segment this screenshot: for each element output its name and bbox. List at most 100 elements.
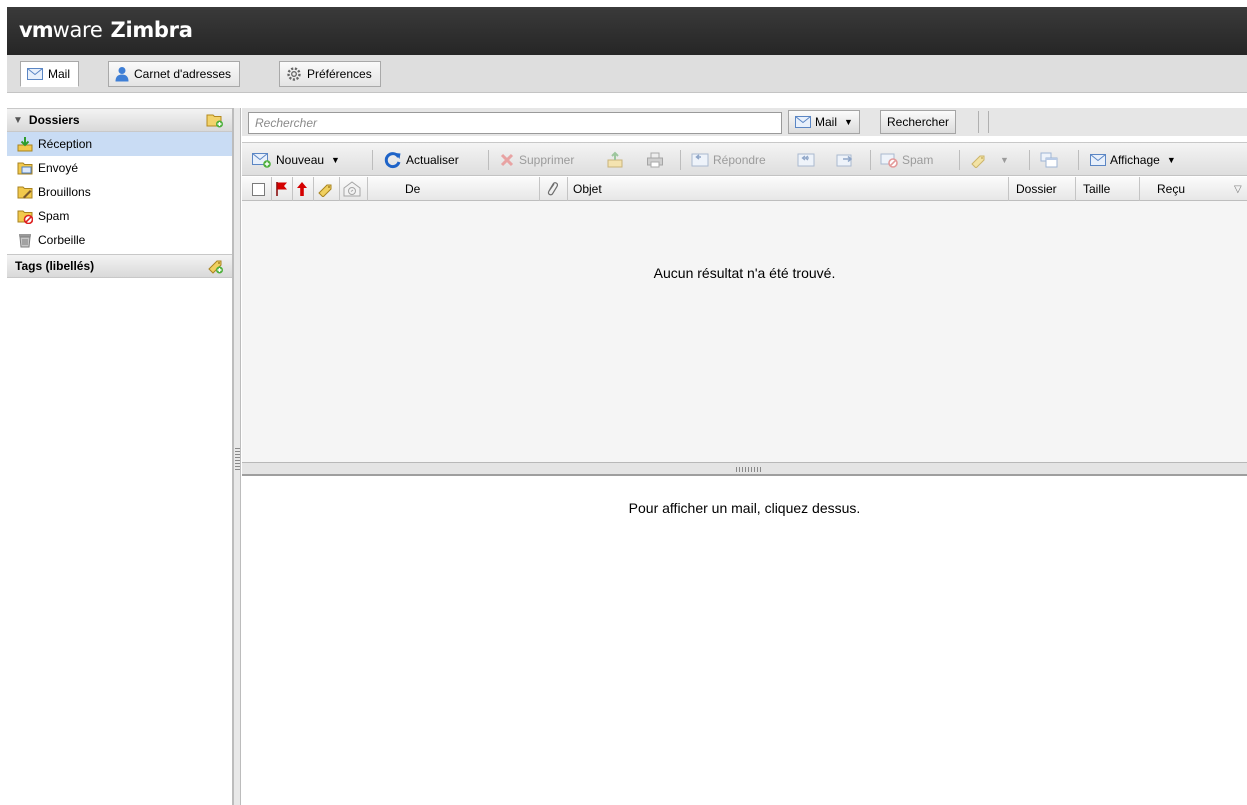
folders-header[interactable]: ▼ Dossiers — [7, 108, 232, 132]
spam-icon — [880, 152, 898, 168]
vertical-splitter[interactable] — [233, 108, 241, 805]
new-mail-icon — [252, 152, 272, 168]
search-separator — [978, 111, 979, 133]
tab-mail[interactable]: Mail — [20, 61, 80, 87]
column-subject-label: Objet — [573, 182, 602, 196]
refresh-button[interactable]: Actualiser — [384, 148, 459, 172]
collapse-triangle-icon[interactable]: ▼ — [13, 115, 23, 126]
inbox-icon — [17, 136, 33, 152]
forward-icon — [836, 152, 854, 168]
splitter-grip[interactable] — [736, 467, 762, 472]
spam-button[interactable]: Spam — [880, 148, 933, 172]
toolbar-separator — [1078, 150, 1079, 170]
forward-button[interactable] — [836, 148, 854, 172]
move-folder-icon — [606, 151, 624, 169]
mail-icon — [1090, 154, 1106, 166]
new-window-button[interactable] — [1040, 148, 1058, 172]
column-separator — [1139, 177, 1140, 201]
tab-preferences[interactable]: Préférences — [279, 61, 381, 87]
tags-header[interactable]: Tags (libellés) — [7, 254, 232, 278]
folder-trash-label: Corbeille — [38, 233, 86, 247]
folder-spam-label: Spam — [38, 209, 70, 223]
search-input[interactable] — [248, 112, 782, 134]
column-folder-label: Dossier — [1016, 182, 1057, 196]
folder-spam[interactable]: Spam — [7, 204, 232, 228]
read-status-icon — [343, 181, 361, 197]
reply-button-label: Répondre — [713, 153, 766, 167]
toolbar-separator — [680, 150, 681, 170]
column-subject[interactable]: Objet — [573, 177, 602, 201]
move-button[interactable] — [606, 148, 624, 172]
print-button[interactable] — [646, 148, 664, 172]
tab-contacts[interactable]: Carnet d'adresses — [108, 61, 241, 87]
paperclip-icon — [545, 181, 559, 197]
column-from[interactable]: De — [405, 177, 420, 201]
reply-all-icon — [797, 152, 815, 168]
spam-button-label: Spam — [902, 153, 934, 167]
folder-sent-label: Envoyé — [38, 161, 79, 175]
tag-button[interactable]: ▼ — [970, 148, 1009, 172]
column-size[interactable]: Taille — [1083, 177, 1110, 201]
folder-trash[interactable]: Corbeille — [7, 228, 232, 252]
flag-column[interactable] — [275, 177, 289, 201]
flag-icon — [275, 181, 289, 197]
chevron-down-icon[interactable]: ▼ — [1000, 155, 1009, 165]
select-all-checkbox[interactable] — [252, 177, 265, 201]
priority-column[interactable] — [296, 177, 308, 201]
folder-drafts[interactable]: Brouillons — [7, 180, 232, 204]
folder-pane: ▼ Dossiers Réception Envoyé Brouillons S… — [7, 108, 233, 805]
vmware-zimbra-logo: vmware Zimbra — [19, 18, 193, 42]
new-folder-icon[interactable] — [206, 112, 224, 128]
tab-mail-label: Mail — [48, 67, 71, 81]
view-menu-button[interactable]: Affichage ▼ — [1090, 148, 1176, 172]
sort-arrow-icon[interactable]: ▽ — [1234, 177, 1242, 201]
mail-icon — [27, 68, 43, 80]
column-separator — [539, 177, 540, 201]
attachment-column[interactable] — [545, 177, 559, 201]
new-button-label: Nouveau — [276, 153, 325, 167]
chevron-down-icon[interactable]: ▼ — [331, 155, 340, 165]
folder-inbox-label: Réception — [38, 137, 93, 151]
toolbar-separator — [1029, 150, 1030, 170]
search-button[interactable]: Rechercher — [880, 110, 957, 134]
new-button[interactable]: Nouveau ▼ — [252, 148, 340, 172]
reply-button[interactable]: Répondre — [691, 148, 766, 172]
reply-all-button[interactable] — [797, 148, 815, 172]
new-tag-icon[interactable] — [206, 258, 224, 274]
tag-column[interactable] — [317, 177, 335, 201]
search-separator — [988, 111, 989, 133]
column-received-label: Reçu — [1157, 182, 1186, 196]
column-separator — [567, 177, 568, 201]
tag-icon — [317, 181, 335, 197]
column-received[interactable]: Reçu — [1157, 177, 1185, 201]
gear-icon — [286, 66, 302, 82]
folder-sent[interactable]: Envoyé — [7, 156, 232, 180]
mail-toolbar: Nouveau ▼ Actualiser Supprimer Répondre … — [242, 142, 1247, 176]
delete-button-label: Supprimer — [519, 153, 575, 167]
refresh-icon — [384, 151, 402, 169]
refresh-button-label: Actualiser — [406, 153, 459, 167]
main-panel: Mail ▼ Rechercher Nouveau ▼ Actualiser — [242, 108, 1247, 805]
horizontal-splitter[interactable] — [242, 462, 1247, 476]
toolbar-separator — [870, 150, 871, 170]
status-column[interactable] — [343, 177, 361, 201]
column-folder[interactable]: Dossier — [1016, 177, 1057, 201]
tab-preferences-label: Préférences — [307, 67, 372, 81]
column-separator — [313, 177, 314, 201]
logo-vm-text: vm — [19, 18, 54, 42]
column-separator — [339, 177, 340, 201]
splitter-grip[interactable] — [235, 448, 240, 472]
contacts-icon — [115, 66, 129, 82]
message-list-header: De Objet Dossier Taille Reçu ▽ — [242, 177, 1247, 201]
search-type-dropdown[interactable]: Mail ▼ — [788, 110, 860, 134]
logo-ware-text: ware — [52, 18, 103, 42]
search-bar: Mail ▼ Rechercher — [242, 108, 1247, 136]
sent-icon — [17, 160, 33, 176]
message-list: Aucun résultat n'a été trouvé. — [242, 201, 1247, 462]
delete-button[interactable]: Supprimer — [499, 148, 574, 172]
priority-arrow-icon — [296, 181, 308, 197]
reading-pane: Pour afficher un mail, cliquez dessus. — [242, 476, 1247, 805]
folder-inbox[interactable]: Réception — [7, 132, 232, 156]
toolbar-separator — [488, 150, 489, 170]
reply-icon — [691, 152, 709, 168]
